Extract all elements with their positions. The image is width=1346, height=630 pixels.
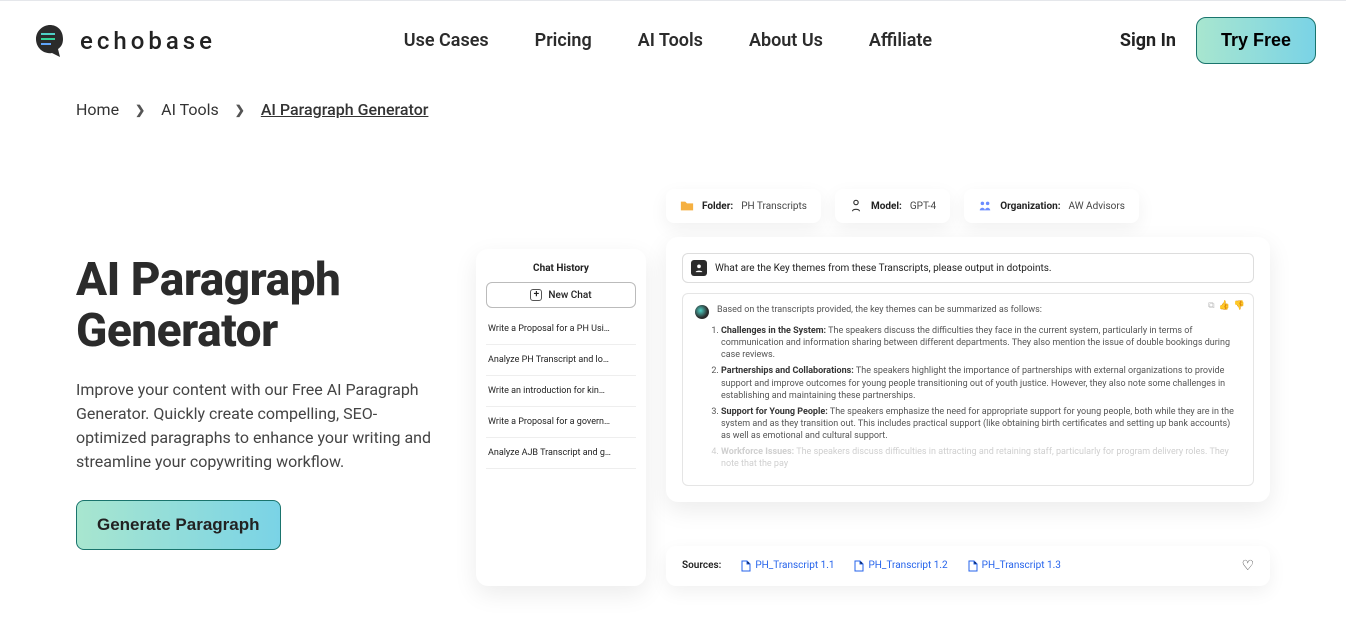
nav-use-cases[interactable]: Use Cases [404,30,489,51]
ai-avatar-icon [695,305,709,319]
org-pill: Organization: AW Advisors [964,189,1139,223]
ai-theme-item: Workforce Issues: The speakers discuss d… [721,446,1241,470]
model-pill: Model: GPT-4 [835,189,950,223]
folder-label: Folder: [702,201,733,212]
document-icon [968,560,978,572]
ai-theme-item: Support for Young People: The speakers e… [721,406,1241,442]
new-chat-button[interactable]: + New Chat [486,282,636,308]
nav-ai-tools[interactable]: AI Tools [638,30,703,51]
history-item[interactable]: Write a Proposal for a govern… [486,407,636,438]
thumbs-down-icon[interactable]: 👎 [1234,300,1245,312]
favorite-icon[interactable]: ♡ [1241,558,1254,574]
folder-pill: Folder: PH Transcripts [666,189,821,223]
brand-logo[interactable]: echobase [30,21,216,61]
history-item[interactable]: Analyze PH Transcript and lo… [486,345,636,376]
generate-paragraph-button[interactable]: Generate Paragraph [76,500,281,550]
ai-intro-text: Based on the transcripts provided, the k… [717,304,1042,316]
folder-icon [680,199,694,213]
ai-themes-list: Challenges in the System: The speakers d… [721,325,1241,471]
chat-history-title: Chat History [486,263,636,274]
page-description: Improve your content with our Free AI Pa… [76,378,446,474]
history-item[interactable]: Analyze AJB Transcript and g… [486,438,636,469]
hero-right: Chat History + New Chat Write a Proposal… [476,179,1270,586]
nav-affiliate[interactable]: Affiliate [869,30,932,51]
source-name: PH_Transcript 1.2 [868,560,947,571]
chevron-right-icon: ❯ [235,103,245,117]
thumbs-up-icon[interactable]: 👍 [1219,300,1230,312]
sources-label: Sources: [682,560,721,571]
chat-panel: What are the Key themes from these Trans… [666,237,1270,502]
nav-links: Use Cases Pricing AI Tools About Us Affi… [256,30,1080,51]
source-name: PH_Transcript 1.1 [755,560,834,571]
source-link[interactable]: PH_Transcript 1.2 [854,560,947,572]
top-nav: echobase Use Cases Pricing AI Tools Abou… [0,0,1346,80]
document-icon [854,560,864,572]
ai-response: ⧉ 👍 👎 Based on the transcripts provided,… [682,293,1254,486]
org-value: AW Advisors [1069,201,1125,212]
signin-link[interactable]: Sign In [1120,30,1176,51]
context-pills: Folder: PH Transcripts Model: GPT-4 Orga… [666,189,1270,223]
user-message-row: What are the Key themes from these Trans… [682,253,1254,283]
model-label: Model: [871,201,902,212]
user-message-text: What are the Key themes from these Trans… [715,263,1052,274]
org-label: Organization: [1000,201,1060,212]
folder-value: PH Transcripts [741,201,807,212]
sources-panel: Sources: PH_Transcript 1.1 PH_Transcript… [666,546,1270,586]
page-title-line1: AI Paragraph [76,253,340,307]
new-chat-label: New Chat [548,290,591,301]
model-icon [849,199,863,213]
page-title: AI Paragraph Generator [76,255,446,356]
chat-history-panel: Chat History + New Chat Write a Proposal… [476,249,646,586]
ai-actions: ⧉ 👍 👎 [1208,300,1245,312]
page-title-line2: Generator [76,304,278,358]
breadcrumb-home[interactable]: Home [76,100,119,119]
user-icon [691,260,707,276]
breadcrumb-section[interactable]: AI Tools [161,100,219,119]
history-item[interactable]: Write a Proposal for a PH Usi… [486,314,636,345]
source-link[interactable]: PH_Transcript 1.3 [968,560,1061,572]
ai-theme-item: Challenges in the System: The speakers d… [721,325,1241,361]
right-stack: Folder: PH Transcripts Model: GPT-4 Orga… [666,189,1270,586]
nav-pricing[interactable]: Pricing [535,30,592,51]
breadcrumb-current: AI Paragraph Generator [261,100,429,119]
brand-name: echobase [80,27,216,55]
source-link[interactable]: PH_Transcript 1.1 [741,560,834,572]
source-name: PH_Transcript 1.3 [982,560,1061,571]
document-icon [741,560,751,572]
nav-right: Sign In Try Free [1120,17,1316,64]
breadcrumb: Home ❯ AI Tools ❯ AI Paragraph Generator [0,80,1346,119]
history-item[interactable]: Write an introduction for kin… [486,376,636,407]
nav-about-us[interactable]: About Us [749,30,823,51]
organization-icon [978,199,992,213]
hero-left: AI Paragraph Generator Improve your cont… [76,179,446,550]
copy-icon[interactable]: ⧉ [1208,300,1214,312]
try-free-button[interactable]: Try Free [1196,17,1316,64]
logo-icon [30,21,70,61]
model-value: GPT-4 [910,201,936,212]
ai-theme-item: Partnerships and Collaborations: The spe… [721,365,1241,401]
hero: AI Paragraph Generator Improve your cont… [0,119,1346,626]
chevron-right-icon: ❯ [135,103,145,117]
plus-icon: + [530,289,542,301]
